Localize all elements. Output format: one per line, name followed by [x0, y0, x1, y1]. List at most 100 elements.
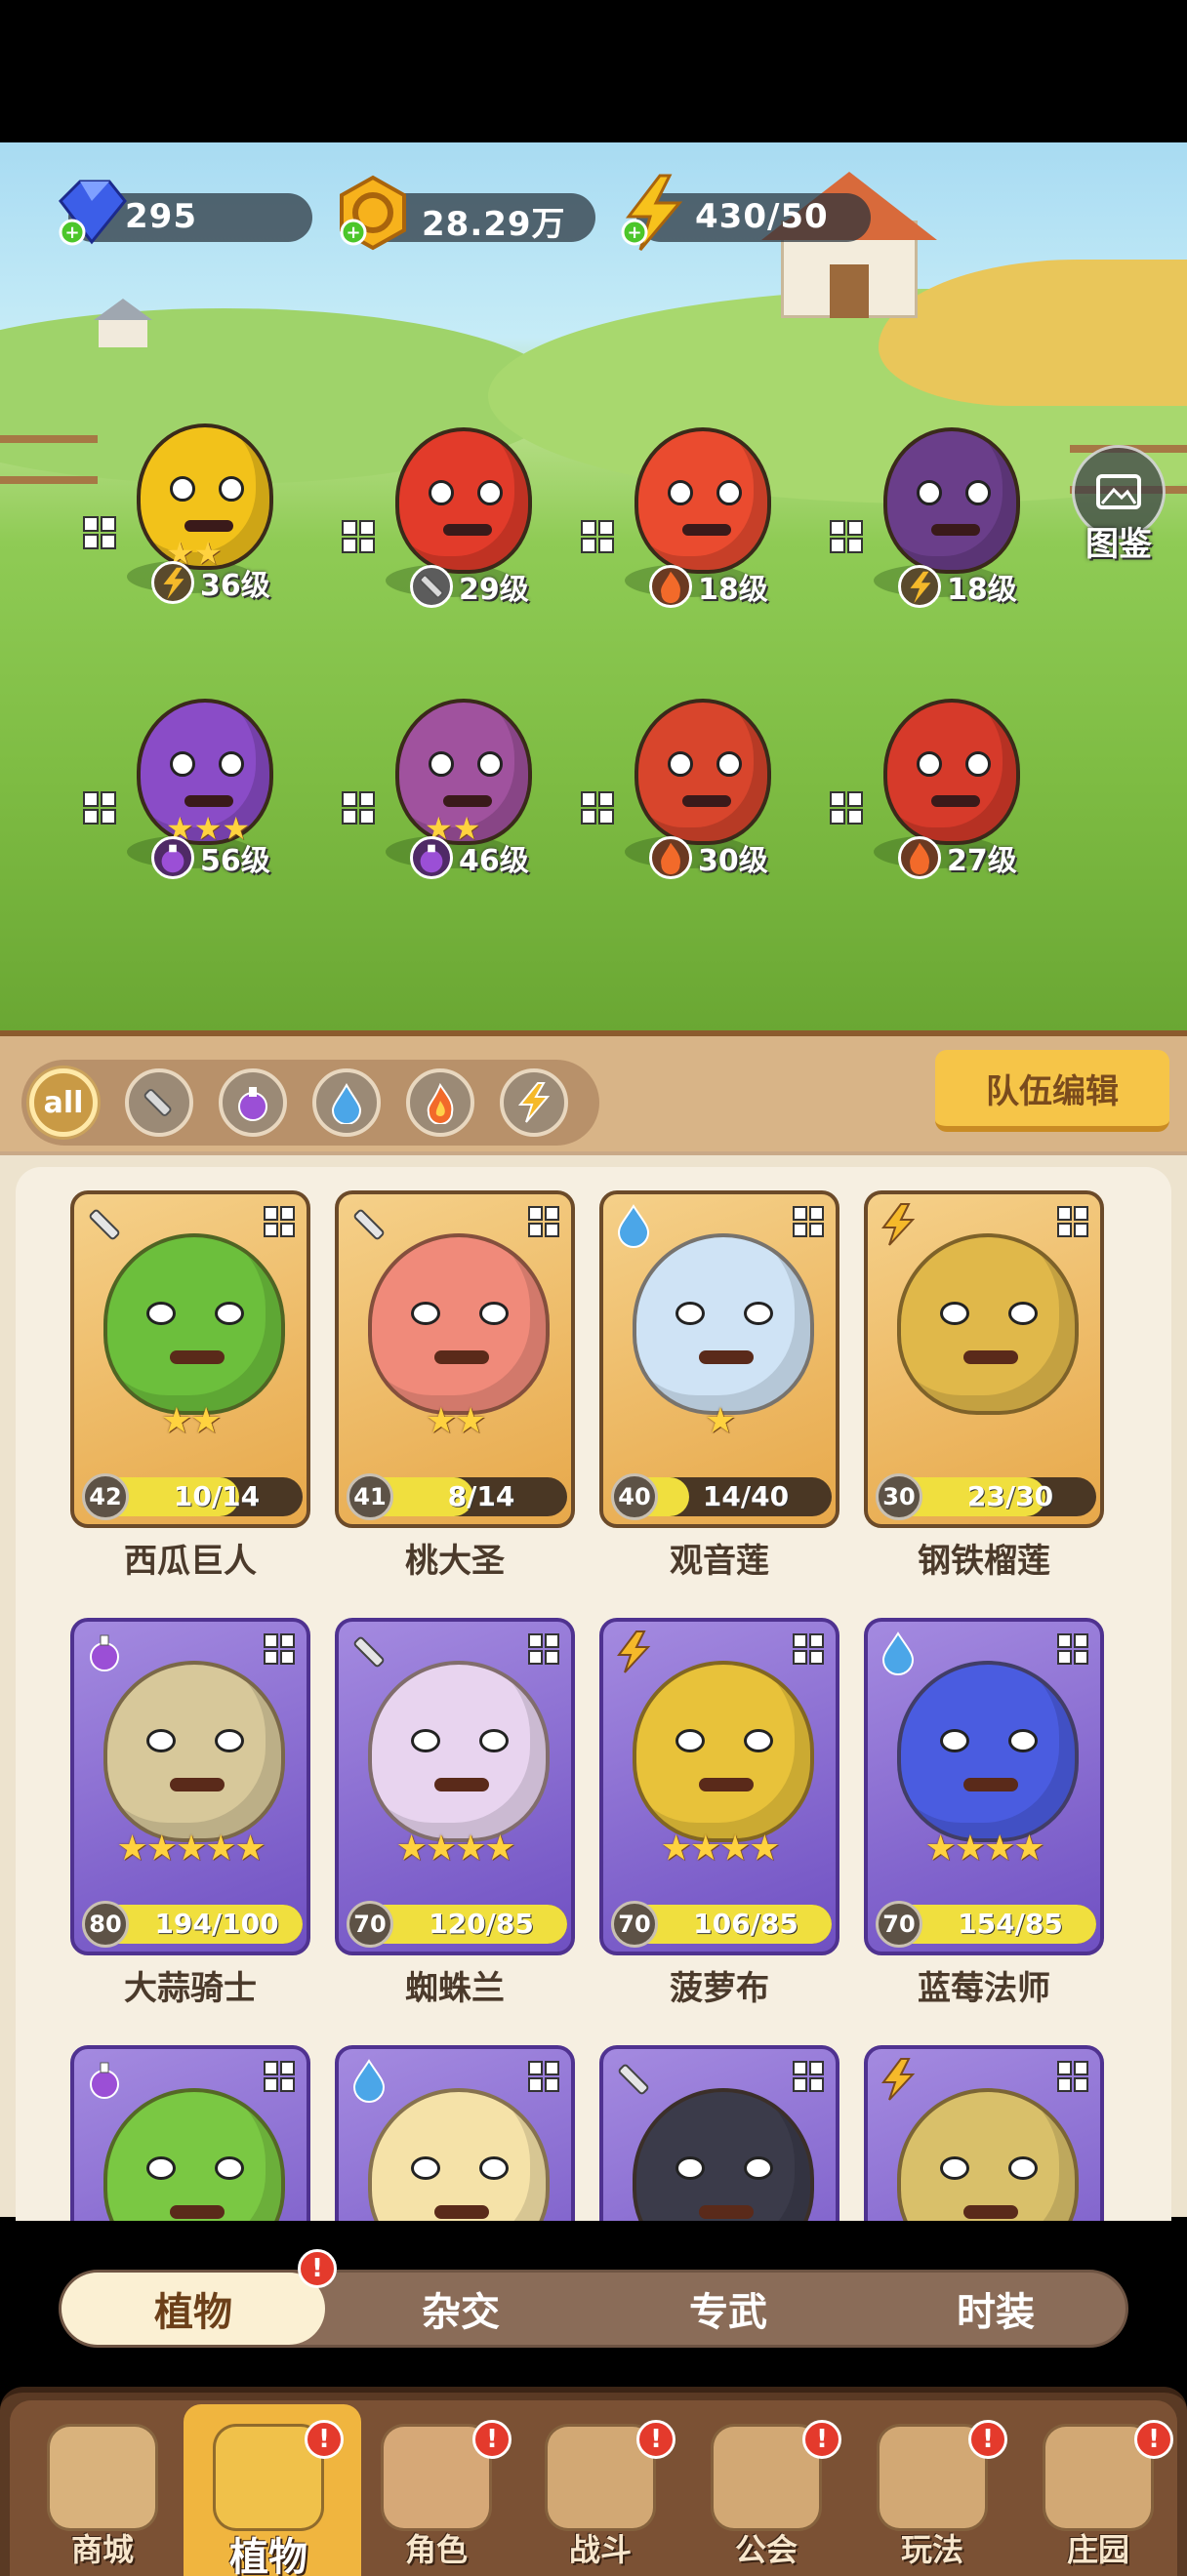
plant-portrait	[633, 1233, 814, 1415]
status-area	[0, 0, 1187, 142]
unit-level-text: 27级	[947, 844, 1017, 878]
tab-hybrid[interactable]: 杂交	[329, 2273, 593, 2345]
slot-grid-icon	[528, 1206, 559, 1237]
unit-level: 36级	[151, 560, 317, 605]
field-unit[interactable]: ★★★ 56级	[68, 689, 312, 933]
tab-plants[interactable]: 植物	[61, 2273, 325, 2345]
plant-card[interactable]	[335, 2045, 575, 2221]
unit-level: 18级	[898, 564, 1064, 609]
diamond-icon[interactable]: +	[51, 172, 133, 254]
field-unit[interactable]: 27级	[815, 689, 1059, 933]
plant-character	[634, 427, 771, 574]
plant-card[interactable]: ★★★★ 70 154/85	[864, 1618, 1104, 1955]
plant-card[interactable]: ★★★★ 70 120/85	[335, 1618, 575, 1955]
plant-card[interactable]: 30 23/30	[864, 1190, 1104, 1528]
nav-guild[interactable]: 公会!	[693, 2410, 841, 2576]
unit-level-text: 18级	[947, 573, 1017, 607]
plant-card[interactable]: ★★ 41 8/14	[335, 1190, 575, 1528]
sword-icon	[353, 1636, 385, 1668]
potion-icon	[238, 1087, 267, 1121]
card-progress: 41 8/14	[347, 1473, 567, 1520]
unit-level: 18级	[649, 564, 815, 609]
slot-grid-icon	[83, 516, 116, 549]
bottom-navigation: 商城 植物! 角色! 战斗! 公会! 玩法! 庄园!	[0, 2387, 1187, 2576]
filter-fire-button[interactable]	[406, 1068, 474, 1137]
plant-card[interactable]: ★★ 42 10/14	[70, 1190, 310, 1528]
plant-character	[634, 699, 771, 845]
nav-shop[interactable]: 商城	[29, 2410, 176, 2576]
card-progress: 40 14/40	[611, 1473, 832, 1520]
nav-battle[interactable]: 战斗!	[527, 2410, 675, 2576]
card-level: 70	[347, 1901, 393, 1948]
lightning-icon	[151, 561, 194, 604]
unit-level-text: 46级	[459, 844, 529, 878]
potion-icon	[151, 836, 194, 879]
card-progress: 70 154/85	[876, 1901, 1096, 1948]
card-stars: ★★	[160, 1401, 223, 1441]
tab-exclusive-weapon[interactable]: 专武	[596, 2273, 860, 2345]
filter-lightning-button[interactable]	[500, 1068, 568, 1137]
field-unit[interactable]: 30级	[566, 689, 810, 933]
plant-character	[883, 427, 1020, 574]
fire-icon	[427, 1082, 454, 1124]
plant-portrait	[897, 1661, 1079, 1842]
card-fragment-count: 194/100	[154, 1908, 279, 1940]
diamond-value: 295	[125, 197, 197, 236]
water-icon	[617, 1204, 650, 1248]
field-unit[interactable]: 18级	[815, 418, 1059, 662]
nav-plant[interactable]: 植物!	[195, 2410, 344, 2576]
slot-grid-icon	[793, 1633, 824, 1665]
nav-character[interactable]: 角色!	[363, 2410, 512, 2576]
slot-grid-icon	[793, 1206, 824, 1237]
element-filter: all	[21, 1060, 599, 1146]
field-unit[interactable]: 18级	[566, 418, 810, 662]
card-grid[interactable]: ★★ 42 10/14 西瓜巨人 ★★ 41 8/14 桃大圣 ★ 40 14/40 观音莲 30 23/…	[16, 1167, 1171, 2221]
sword-icon	[353, 1209, 385, 1240]
card-level: 41	[347, 1473, 393, 1520]
card-fragment-count: 106/85	[693, 1908, 798, 1940]
card-name: 蜘蛛兰	[405, 1969, 505, 2008]
slot-grid-icon	[83, 791, 116, 825]
plant-card[interactable]	[599, 2045, 839, 2221]
field-unit[interactable]: 29级	[327, 418, 571, 662]
card-level: 30	[876, 1473, 922, 1520]
plant-portrait	[368, 1661, 550, 1842]
coin-value: 28.29万	[422, 205, 566, 244]
filter-strip: all 队伍编辑	[0, 1030, 1187, 1151]
fire-icon	[649, 565, 692, 608]
unit-level: 29级	[410, 564, 576, 609]
plant-portrait	[103, 2088, 285, 2221]
tab-label: 专武	[689, 2290, 767, 2335]
nav-label: 战斗	[568, 2531, 632, 2568]
filter-all-button[interactable]: all	[29, 1068, 98, 1137]
plant-card[interactable]	[864, 2045, 1104, 2221]
plant-card[interactable]: ★★★★ 70 106/85	[599, 1618, 839, 1955]
sword-icon	[618, 2064, 649, 2095]
nav-gameplay[interactable]: 玩法!	[859, 2410, 1007, 2576]
plant-character	[395, 427, 532, 574]
plant-card[interactable]	[70, 2045, 310, 2221]
slot-grid-icon	[830, 520, 863, 553]
lightning-icon	[881, 2058, 916, 2101]
unit-level: 46级	[410, 835, 576, 880]
lightning-icon	[881, 1203, 916, 1246]
field-unit[interactable]: ★★ 46级	[327, 689, 571, 933]
lightning-icon[interactable]: +	[613, 172, 695, 254]
tab-fashion[interactable]: 时装	[864, 2273, 1127, 2345]
card-progress: 70 106/85	[611, 1901, 832, 1948]
coin-icon[interactable]: +	[332, 172, 414, 254]
filter-potion-button[interactable]	[219, 1068, 287, 1137]
team-edit-button[interactable]: 队伍编辑	[935, 1050, 1169, 1132]
plant-portrait	[897, 2088, 1079, 2221]
atlas-button[interactable]: 图鉴	[1066, 445, 1171, 564]
nav-manor[interactable]: 庄园!	[1025, 2410, 1173, 2576]
slot-grid-icon	[264, 1633, 295, 1665]
filter-water-button[interactable]	[312, 1068, 381, 1137]
field-unit[interactable]: ★★ 36级	[68, 414, 312, 658]
plant-card[interactable]: ★★★★★ 80 194/100	[70, 1618, 310, 1955]
alert-badge: !	[1134, 2420, 1173, 2459]
filter-sword-button[interactable]	[125, 1068, 193, 1137]
slot-grid-icon	[1057, 1633, 1088, 1665]
plant-card[interactable]: ★ 40 14/40	[599, 1190, 839, 1528]
unit-level: 30级	[649, 835, 815, 880]
